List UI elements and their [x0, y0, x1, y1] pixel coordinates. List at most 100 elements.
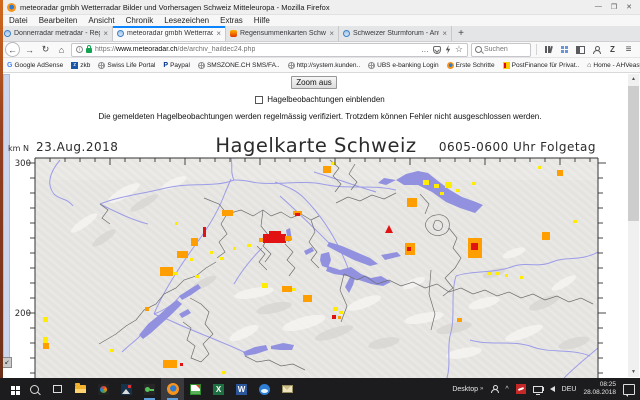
globe-favicon — [4, 30, 11, 37]
bookmark-ubs[interactable]: UBS e-banking Login — [368, 62, 438, 69]
menu-item-extras[interactable]: Extras — [220, 16, 243, 25]
zoom-aus-button[interactable]: Zoom aus — [291, 76, 337, 89]
tab-close-icon[interactable]: × — [216, 30, 221, 38]
start-button[interactable] — [0, 378, 23, 400]
excel-icon: X — [213, 384, 224, 395]
image-editor-icon — [190, 384, 201, 395]
media-app-icon — [98, 384, 109, 395]
hail-map[interactable]: km N 23.Aug.2018 Hagelkarte Schweiz 0605… — [4, 133, 620, 378]
vertical-scrollbar[interactable]: ▲ ▼ — [628, 74, 639, 377]
bookmark-smszone[interactable]: SMSZONE.CH SMS/FA.. — [198, 62, 280, 69]
action-center-icon[interactable] — [623, 384, 635, 395]
bookmark-zkb[interactable]: zzkb — [71, 62, 90, 69]
photos-app-button[interactable] — [115, 378, 138, 400]
home-favicon: ⌂ — [587, 62, 591, 69]
bookmark-paypal[interactable]: PPaypal — [163, 62, 190, 69]
tab-bar: Donnerradar metradar - Regen × meteorada… — [0, 26, 640, 42]
media-app-button[interactable] — [92, 378, 115, 400]
lightning-icon[interactable] — [445, 45, 451, 54]
page-actions-icon[interactable]: … — [421, 45, 429, 54]
tab-regensummenkarten[interactable]: Regensummenkarten Schweiz × — [226, 26, 339, 41]
tab-meteoradar-active[interactable]: meteoradar gmbh Wetterradar × — [113, 26, 226, 41]
maximize-button[interactable]: ❐ — [611, 3, 617, 11]
hail-observations-checkbox[interactable] — [255, 96, 263, 104]
site-info-icon[interactable]: i — [76, 46, 83, 53]
menu-item-hilfe[interactable]: Hilfe — [254, 16, 270, 25]
mail-app-button[interactable] — [276, 378, 299, 400]
hamburger-menu-icon[interactable]: ≡ — [622, 43, 635, 56]
language-indicator[interactable]: DEU — [562, 386, 577, 393]
tray-contact-icon[interactable] — [490, 385, 498, 393]
menu-item-datei[interactable]: Datei — [9, 16, 28, 25]
reload-button[interactable]: ↻ — [39, 43, 52, 56]
tab-close-icon[interactable]: × — [103, 30, 108, 38]
sidebar-icon[interactable] — [576, 46, 585, 54]
back-button[interactable]: ← — [5, 42, 20, 57]
thunderbird-button[interactable] — [253, 378, 276, 400]
globe-favicon — [368, 62, 375, 69]
map-date: 23.Aug.2018 — [36, 140, 118, 154]
globe-favicon — [117, 30, 124, 37]
image-editor-button[interactable] — [184, 378, 207, 400]
task-view-button[interactable] — [46, 378, 69, 400]
bookmark-google-adsense[interactable]: GGoogle AdSense — [7, 62, 63, 69]
close-button[interactable]: ✕ — [626, 3, 632, 11]
zkb-favicon: z — [71, 62, 78, 69]
file-explorer-button[interactable] — [69, 378, 92, 400]
https-lock-icon[interactable] — [86, 48, 92, 53]
account-icon[interactable] — [593, 46, 601, 54]
folder-icon — [75, 385, 86, 393]
windows-taskbar: X W Desktop» ^ DEU 08:25 28.08.2018 — [0, 378, 640, 400]
taskbar-clock[interactable]: 08:25 28.08.2018 — [583, 381, 616, 397]
chevron-icon: » — [480, 386, 483, 392]
excel-button[interactable]: X — [207, 378, 230, 400]
forward-button[interactable]: → — [23, 43, 36, 56]
bookmark-ahveasy[interactable]: ⌂Home - AHVeasy — [587, 62, 640, 69]
bookmark-system-kunden[interactable]: http://system.kunden.. — [288, 62, 361, 69]
hidden-icons-chevron[interactable]: ^ — [505, 386, 508, 393]
word-button[interactable]: W — [230, 378, 253, 400]
bookmark-erste-schritte[interactable]: Erste Schritte — [447, 62, 495, 69]
clock-time: 08:25 — [583, 381, 616, 389]
menu-item-bearbeiten[interactable]: Bearbeiten — [39, 16, 78, 25]
menu-item-lesezeichen[interactable]: Lesezeichen — [164, 16, 209, 25]
firefox-logo-icon — [7, 3, 16, 12]
new-tab-button[interactable]: + — [452, 26, 470, 41]
window-title: meteoradar gmbh Wetterradar Bilder und V… — [20, 3, 330, 12]
search-box[interactable] — [471, 43, 531, 57]
globe-favicon — [343, 30, 350, 37]
background-window-edge — [0, 0, 3, 378]
tab-close-icon[interactable]: × — [329, 30, 334, 38]
url-bar[interactable]: i https://www.meteoradar.ch/de/archiv_ha… — [71, 43, 468, 57]
google-favicon: G — [7, 62, 12, 69]
firefox-taskbar-button[interactable] — [161, 378, 184, 400]
scrollbar-thumb[interactable] — [628, 86, 639, 221]
flame-favicon — [230, 30, 237, 37]
menu-item-chronik[interactable]: Chronik — [126, 16, 154, 25]
zotero-extension-icon[interactable]: Z — [606, 43, 619, 56]
scroll-down-icon[interactable]: ▼ — [628, 367, 639, 377]
minimize-button[interactable]: — — [595, 3, 602, 11]
search-input[interactable] — [484, 46, 527, 53]
library-icon[interactable] — [544, 45, 553, 54]
volume-icon[interactable] — [550, 386, 555, 392]
checkbox-label: Hagelbeobachtungen einblenden — [267, 95, 384, 104]
tray-red-app-icon[interactable] — [516, 384, 526, 394]
taskbar-search-button[interactable] — [23, 378, 46, 400]
bookmark-star-icon[interactable]: ☆ — [455, 45, 463, 54]
clock-date: 28.08.2018 — [583, 389, 616, 397]
bookmark-swiss-life[interactable]: Swiss Life Portal — [98, 62, 155, 69]
scroll-up-icon[interactable]: ▲ — [628, 74, 639, 84]
menu-item-ansicht[interactable]: Ansicht — [88, 16, 114, 25]
home-button[interactable]: ⌂ — [55, 43, 68, 56]
page-actions: … ☆ — [421, 45, 463, 54]
keepass-button[interactable] — [138, 378, 161, 400]
pocket-icon[interactable] — [433, 46, 441, 54]
desktop-toolbar[interactable]: Desktop» — [452, 386, 483, 393]
bookmark-postfinance[interactable]: PostFinance für Privat.. — [503, 62, 580, 69]
globe-favicon — [288, 62, 295, 69]
tab-close-icon[interactable]: × — [442, 30, 447, 38]
grid-extension-icon[interactable] — [561, 46, 568, 53]
tab-sturmforum[interactable]: Schweizer Sturmforum - Antw × — [339, 26, 452, 41]
tab-donnerradar[interactable]: Donnerradar metradar - Regen × — [0, 26, 113, 41]
